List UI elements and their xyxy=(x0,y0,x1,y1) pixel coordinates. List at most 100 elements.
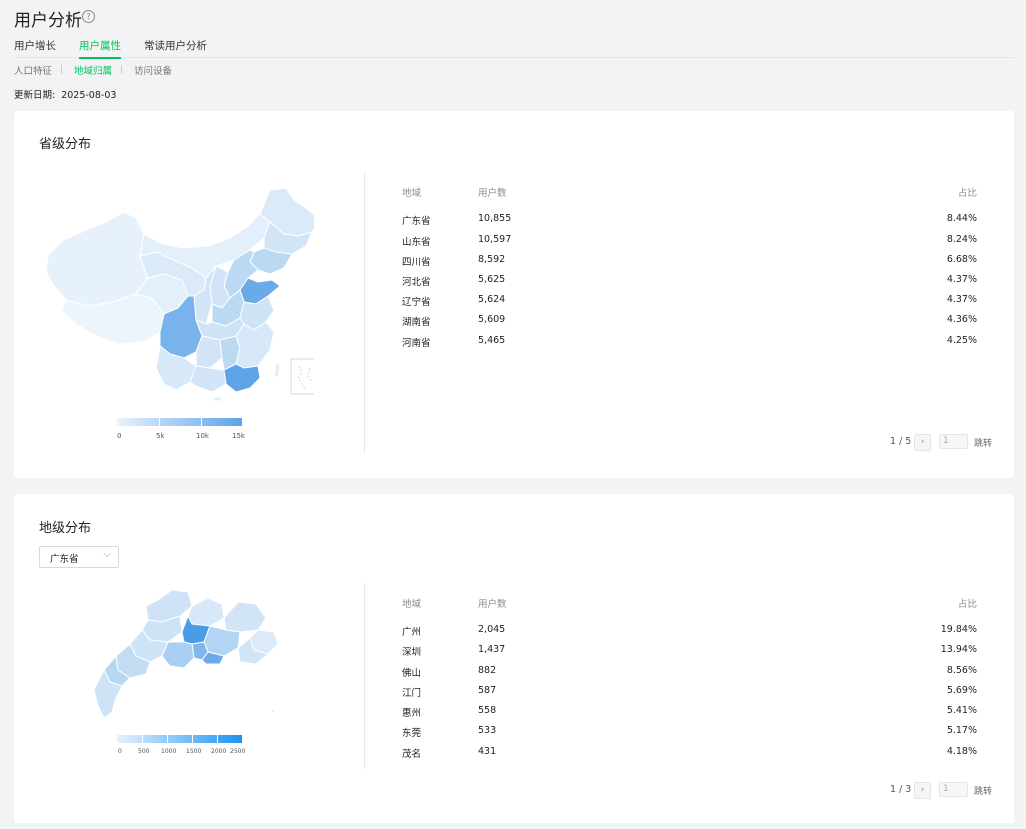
row-region: 四川省 xyxy=(402,257,431,268)
south-sea-islands xyxy=(297,365,313,391)
primary-tabs: 用户增长 用户属性 常读用户分析 xyxy=(14,38,1014,59)
row-region: 湖南省 xyxy=(402,317,431,328)
update-date: 更新日期: 2025-08-03 xyxy=(14,87,122,101)
legend-tick xyxy=(142,735,143,743)
legend-label: 2000 xyxy=(211,748,227,755)
row-users: 1,437 xyxy=(478,644,506,655)
city-card: 地级分布 广东省 ⌵ 0 500 1000 1500 2000 2500 地域 … xyxy=(14,494,1014,823)
row-users: 5,624 xyxy=(478,294,506,305)
update-date-label: 更新日期: xyxy=(14,90,56,101)
subtab-demographics[interactable]: 人口特征 xyxy=(14,63,52,77)
map-region[interactable] xyxy=(195,335,223,369)
row-users: 431 xyxy=(478,746,497,757)
legend-tick xyxy=(167,735,168,743)
map-region[interactable] xyxy=(273,360,281,379)
map-region[interactable] xyxy=(145,589,193,623)
row-region: 深圳 xyxy=(402,647,422,658)
row-ratio: 4.25% xyxy=(946,335,977,346)
china-map[interactable] xyxy=(44,186,314,401)
map-region[interactable] xyxy=(45,211,149,307)
col-region: 地域 xyxy=(402,188,422,199)
legend-label: 500 xyxy=(138,748,150,755)
row-users: 882 xyxy=(478,665,497,676)
col-ratio: 占比 xyxy=(957,188,977,199)
legend-label: 0 xyxy=(117,432,122,440)
page-title: 用户分析 xyxy=(14,11,82,31)
tab-user-attributes[interactable]: 用户属性 xyxy=(79,38,121,59)
next-page-button[interactable]: › xyxy=(914,782,931,799)
map-region[interactable] xyxy=(239,277,281,305)
legend-label: 15k xyxy=(232,432,245,440)
row-users: 5,625 xyxy=(478,274,506,285)
row-ratio: 5.41% xyxy=(946,705,977,716)
next-page-button[interactable]: › xyxy=(914,434,931,451)
south-sea-inset xyxy=(290,358,314,395)
row-ratio: 4.37% xyxy=(946,274,977,285)
city-title: 地级分布 xyxy=(39,521,92,536)
guangdong-map[interactable] xyxy=(88,586,278,726)
divider xyxy=(364,172,365,454)
row-ratio: 4.18% xyxy=(946,746,977,757)
row-region: 山东省 xyxy=(402,237,431,248)
col-ratio: 占比 xyxy=(957,599,977,610)
map-island xyxy=(271,709,275,713)
divider xyxy=(61,65,62,74)
province-select[interactable]: 广东省 ⌵ xyxy=(39,546,119,568)
subtab-devices[interactable]: 访问设备 xyxy=(134,63,172,77)
legend-label: 5k xyxy=(156,432,165,440)
row-users: 10,597 xyxy=(478,234,512,245)
map-region[interactable] xyxy=(235,321,275,369)
row-region: 佛山 xyxy=(402,668,422,679)
row-ratio: 6.68% xyxy=(946,254,977,265)
row-region: 茂名 xyxy=(402,749,422,760)
legend-label: 2500 xyxy=(230,748,246,755)
legend-tick xyxy=(201,418,202,426)
legend-label: 0 xyxy=(118,748,122,755)
row-ratio: 8.24% xyxy=(946,234,977,245)
row-ratio: 5.17% xyxy=(946,725,977,736)
chevron-down-icon: ⌵ xyxy=(103,549,111,560)
col-region: 地域 xyxy=(402,599,422,610)
row-users: 5,609 xyxy=(478,314,506,325)
row-users: 587 xyxy=(478,685,497,696)
page-indicator: 1 / 5 xyxy=(890,436,912,447)
city-legend-bar xyxy=(117,735,242,743)
row-users: 5,465 xyxy=(478,335,506,346)
jump-button[interactable]: 跳转 xyxy=(974,436,992,449)
row-ratio: 4.37% xyxy=(946,294,977,305)
row-region: 河南省 xyxy=(402,338,431,349)
map-region[interactable] xyxy=(189,365,227,393)
tab-frequent-readers[interactable]: 常读用户分析 xyxy=(144,38,207,53)
page-input[interactable]: 1 xyxy=(939,782,968,797)
map-region[interactable] xyxy=(211,395,223,401)
row-ratio: 8.44% xyxy=(946,213,977,224)
map-region[interactable] xyxy=(187,597,225,627)
row-users: 558 xyxy=(478,705,497,716)
page-indicator: 1 / 3 xyxy=(890,784,912,795)
row-region: 广东省 xyxy=(402,216,431,227)
row-region: 东莞 xyxy=(402,728,422,739)
map-region[interactable] xyxy=(223,363,261,393)
row-region: 辽宁省 xyxy=(402,297,431,308)
tab-user-growth[interactable]: 用户增长 xyxy=(14,38,56,53)
row-region: 广州 xyxy=(402,627,422,638)
update-date-value: 2025-08-03 xyxy=(61,90,117,101)
row-users: 2,045 xyxy=(478,624,506,635)
map-region[interactable] xyxy=(223,601,267,633)
row-ratio: 13.94% xyxy=(940,644,977,655)
col-users: 用户数 xyxy=(478,188,507,199)
row-region: 河北省 xyxy=(402,277,431,288)
page-input[interactable]: 1 xyxy=(939,434,968,449)
legend-tick xyxy=(159,418,160,426)
help-icon[interactable]: ? xyxy=(82,10,95,23)
row-ratio: 4.36% xyxy=(946,314,977,325)
row-ratio: 19.84% xyxy=(940,624,977,635)
divider xyxy=(364,583,365,769)
subtab-region[interactable]: 地域归属 xyxy=(74,63,112,77)
legend-tick xyxy=(192,735,193,743)
province-select-value: 广东省 xyxy=(50,554,79,565)
legend-label: 1500 xyxy=(186,748,202,755)
row-region: 江门 xyxy=(402,688,422,699)
row-region: 惠州 xyxy=(402,708,422,719)
jump-button[interactable]: 跳转 xyxy=(974,784,992,797)
